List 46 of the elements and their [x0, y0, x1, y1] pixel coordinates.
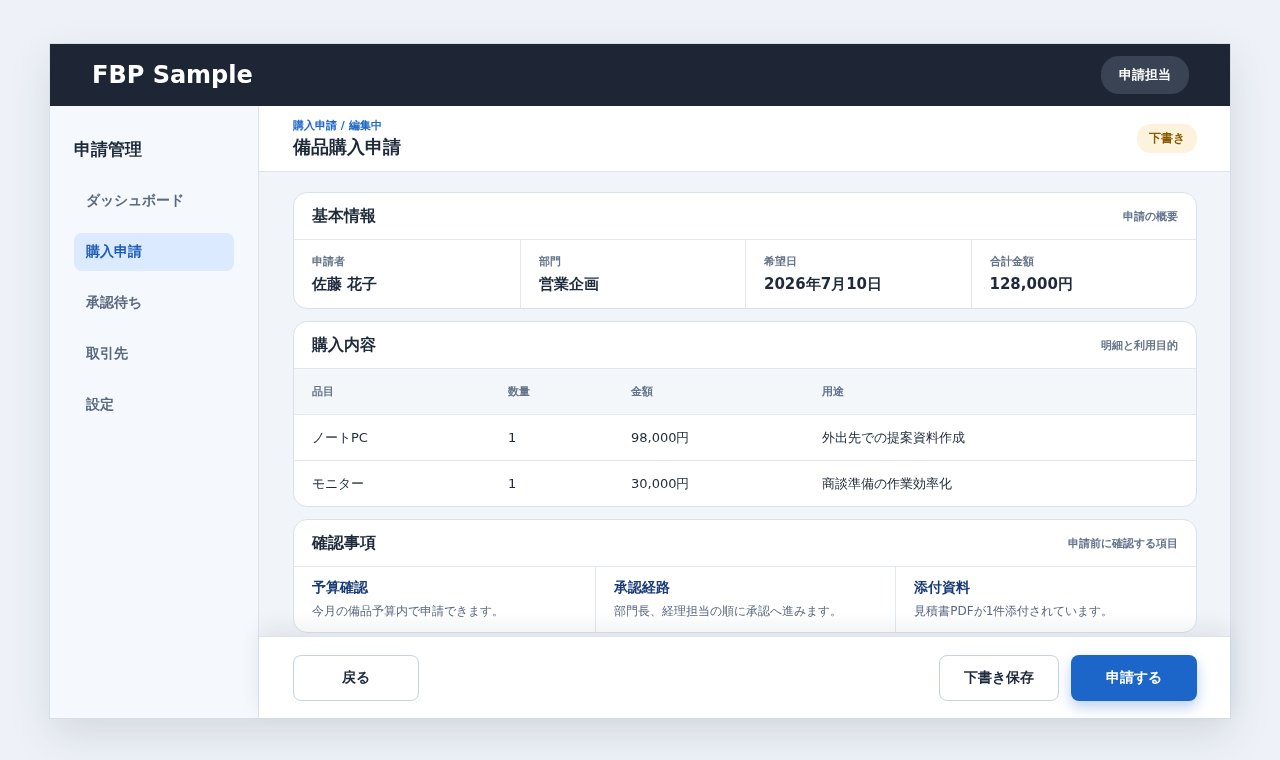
sidebar-item[interactable]: 承認待ち: [74, 284, 234, 322]
sidebar-title: 申請管理: [74, 138, 143, 161]
card-note: 申請の概要: [1123, 208, 1178, 224]
sidebar-item[interactable]: ダッシュボード: [74, 182, 234, 220]
card-title: 確認事項: [312, 532, 376, 554]
check-title: 添付資料: [914, 579, 972, 597]
check-title: 承認経路: [613, 579, 671, 597]
role-button[interactable]: 申請担当: [1101, 56, 1189, 94]
table-cell-text: 外出先での提案資料作成: [822, 428, 966, 447]
check-text: 部門長、経理担当の順に承認へ進みます。: [613, 603, 843, 620]
status-badge: 下書き: [1137, 124, 1197, 153]
card-note: 申請前に確認する項目: [1068, 535, 1178, 551]
sidebar-item[interactable]: 設定: [74, 386, 234, 424]
submit-button[interactable]: 申請する: [1071, 654, 1197, 701]
sidebar-item[interactable]: 購入申請: [74, 233, 234, 271]
page-title: 備品購入申請: [293, 135, 401, 159]
card-note: 明細と利用目的: [1101, 337, 1178, 353]
table-cell-text: ノートPC: [312, 428, 369, 447]
field-value: 営業企画: [538, 275, 600, 294]
field-label: 希望日: [764, 254, 798, 269]
field-value: 佐藤 花子: [312, 275, 379, 294]
table-cell-text: 商談準備の作業効率化: [822, 474, 953, 493]
column-header: 金額: [631, 384, 654, 399]
table-cell-text: 98,000円: [631, 428, 691, 447]
column-header: 用途: [822, 384, 845, 399]
column-header: 品目: [312, 384, 335, 399]
table-cell-text: モニター: [312, 474, 365, 493]
sidebar-item[interactable]: 取引先: [74, 335, 234, 373]
field-label: 部門: [538, 254, 562, 269]
check-text: 見積書PDFが1件添付されています。: [914, 603, 1115, 620]
action-button[interactable]: 戻る: [293, 654, 419, 701]
field-value: 128,000円: [989, 275, 1074, 294]
field-label: 申請者: [312, 254, 346, 269]
breadcrumb[interactable]: 購入申請 / 編集中: [293, 118, 401, 133]
table-cell-text: 1: [508, 430, 518, 445]
action-button[interactable]: 下書き保存: [939, 654, 1059, 701]
table-cell-text: 30,000円: [631, 474, 691, 493]
table-cell-text: 1: [508, 476, 518, 491]
field-label: 合計金額: [989, 254, 1035, 269]
check-text: 今月の備品予算内で申請できます。: [312, 603, 505, 620]
app-title: FBP Sample: [92, 61, 253, 89]
field-value: 2026年7月10日: [764, 275, 884, 294]
check-title: 予算確認: [312, 579, 369, 597]
column-header: 数量: [508, 384, 531, 399]
card-title: 購入内容: [312, 334, 376, 356]
card-title: 基本情報: [312, 205, 376, 227]
